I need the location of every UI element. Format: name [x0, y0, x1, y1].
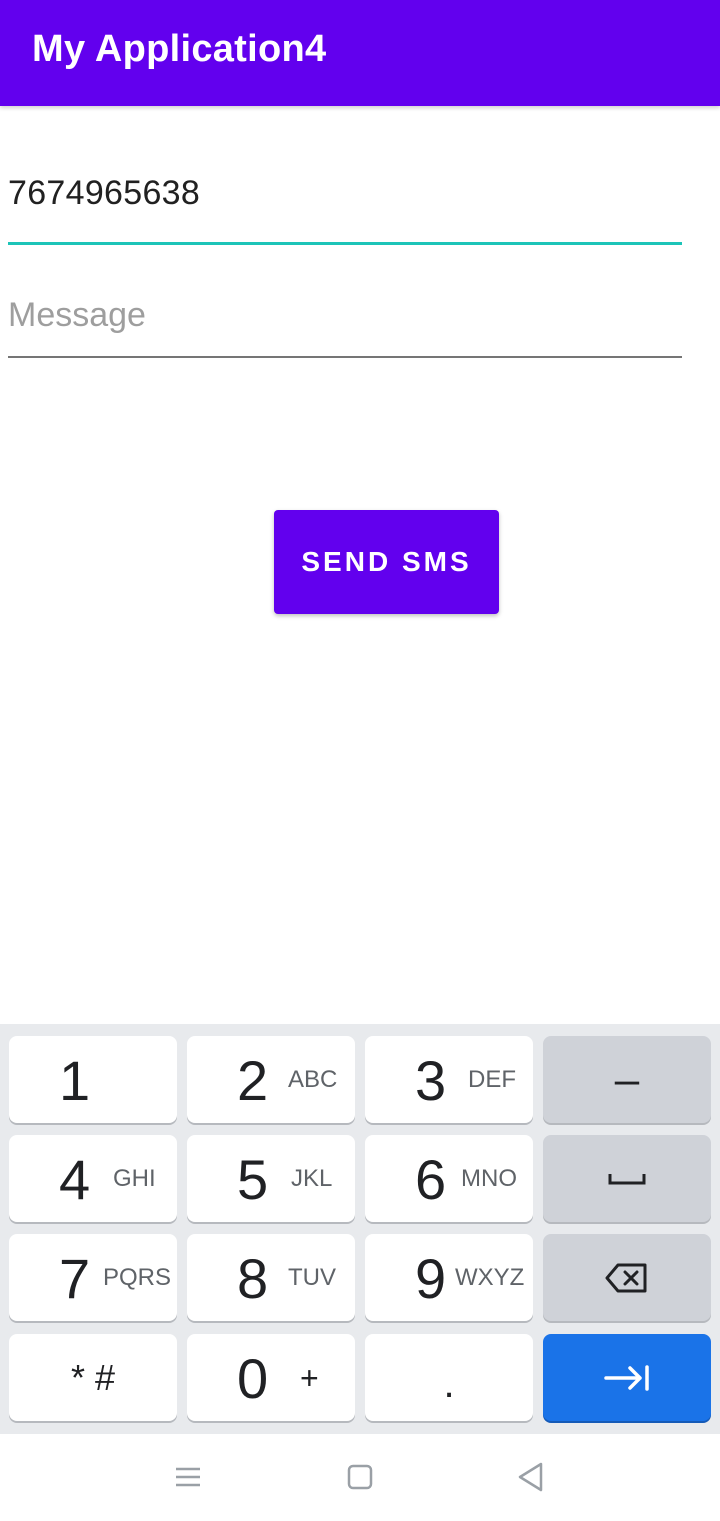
key-0[interactable]: 0 + [187, 1334, 355, 1421]
key-6[interactable]: 6 MNO [365, 1135, 533, 1222]
back-triangle-icon[interactable] [517, 1460, 545, 1499]
key-7[interactable]: 7 PQRS [9, 1234, 177, 1321]
key-digit: 2 [237, 1049, 269, 1112]
key-minus-label: – [614, 1054, 640, 1104]
key-9[interactable]: 9 WXYZ [365, 1234, 533, 1321]
key-symbols[interactable]: * # [9, 1334, 177, 1421]
key-digit: 7 [59, 1247, 91, 1310]
key-letters: GHI [113, 1165, 156, 1192]
key-dot-label: . [443, 1362, 455, 1406]
key-backspace[interactable] [543, 1234, 711, 1321]
key-digit: 4 [59, 1148, 91, 1211]
key-5[interactable]: 5 JKL [187, 1135, 355, 1222]
key-digit: 9 [415, 1247, 447, 1310]
key-next[interactable] [543, 1334, 711, 1421]
app-bar: My Application4 [0, 0, 720, 106]
tab-next-icon [543, 1334, 711, 1421]
key-digit: 8 [237, 1247, 269, 1310]
phone-number-value: 7674965638 [8, 174, 201, 212]
key-8[interactable]: 8 TUV [187, 1234, 355, 1321]
key-letters: WXYZ [455, 1264, 525, 1291]
message-placeholder: Message [8, 296, 146, 334]
key-minus[interactable]: – [543, 1036, 711, 1123]
key-1[interactable]: 1 [9, 1036, 177, 1123]
key-letters: TUV [288, 1264, 336, 1291]
space-icon [543, 1135, 711, 1222]
key-letters: PQRS [103, 1264, 172, 1291]
menu-icon[interactable] [175, 1460, 201, 1499]
key-digit: 1 [59, 1049, 91, 1112]
key-letters: DEF [468, 1066, 516, 1093]
app-title: My Application4 [32, 28, 327, 70]
key-letters: ABC [288, 1066, 338, 1093]
key-dot[interactable]: . [365, 1334, 533, 1421]
key-digit: 0 [237, 1347, 269, 1410]
send-sms-button[interactable]: SEND SMS [274, 510, 499, 614]
key-digit: 6 [415, 1148, 447, 1211]
key-2[interactable]: 2 ABC [187, 1036, 355, 1123]
key-digit: 3 [415, 1049, 447, 1112]
key-plus: + [300, 1360, 319, 1396]
backspace-icon [543, 1234, 711, 1321]
key-digit: 5 [237, 1148, 269, 1211]
phone-number-field[interactable]: 7674965638 [8, 172, 682, 245]
home-square-icon[interactable] [347, 1460, 373, 1499]
key-letters: MNO [461, 1165, 517, 1192]
numeric-keyboard: 1 2 ABC 3 DEF – 4 GHI 5 JKL 6 MNO 7 PQRS… [0, 1024, 720, 1434]
key-3[interactable]: 3 DEF [365, 1036, 533, 1123]
message-field[interactable]: Message [8, 294, 682, 358]
key-4[interactable]: 4 GHI [9, 1135, 177, 1222]
key-space[interactable] [543, 1135, 711, 1222]
system-nav-bar [0, 1434, 720, 1521]
key-symbols-label: * # [70, 1356, 116, 1398]
key-letters: JKL [291, 1165, 333, 1192]
